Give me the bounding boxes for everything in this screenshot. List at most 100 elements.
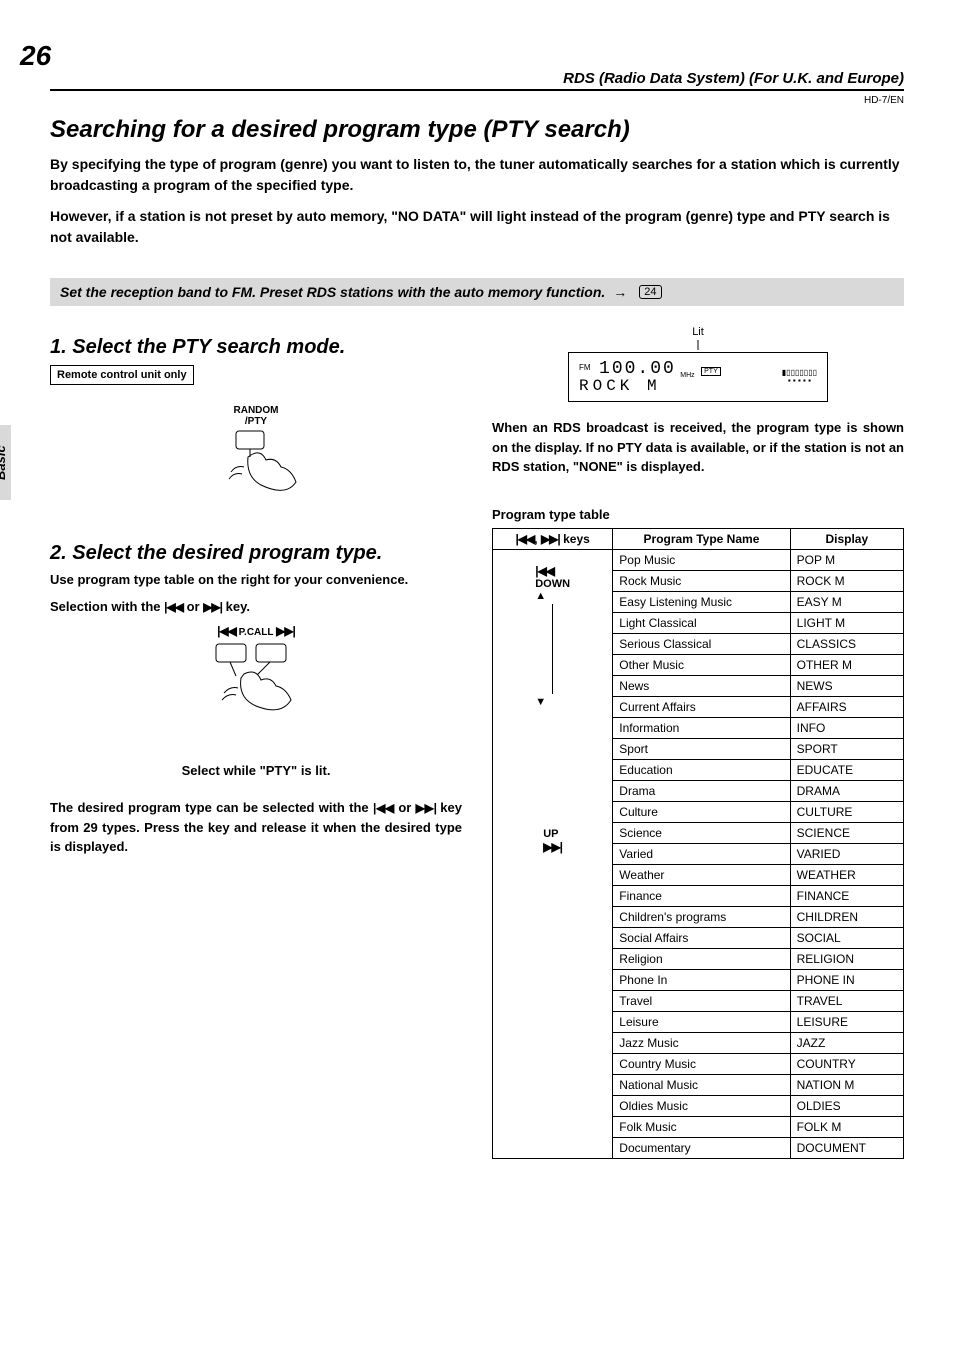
skip-forward-icon: ▶▶| [276, 624, 295, 638]
program-type-display: LIGHT M [790, 612, 903, 633]
random-pty-button-illustration: RANDOM /PTY [50, 405, 462, 512]
header-section: RDS (Radio Data System) (For U.K. and Eu… [563, 70, 904, 87]
program-type-display: FOLK M [790, 1116, 903, 1137]
program-type-display: COUNTRY [790, 1053, 903, 1074]
program-type-name: Light Classical [613, 612, 790, 633]
program-type-display: POP M [790, 549, 903, 570]
program-type-display: JAZZ [790, 1032, 903, 1053]
up-label: UP [543, 828, 562, 840]
program-type-display: EDUCATE [790, 759, 903, 780]
display-meter-icon: ▮▯▯▯▯▯▯▯▪ ▪ ▪ ▪ ▪ [782, 369, 817, 385]
program-type-display: DRAMA [790, 780, 903, 801]
program-type-name: Finance [613, 885, 790, 906]
skip-forward-icon: ▶▶| [543, 840, 562, 854]
doc-code: HD-7/EN [50, 95, 904, 106]
program-type-display: VARIED [790, 843, 903, 864]
section-title: Searching for a desired program type (PT… [50, 116, 904, 144]
program-type-name: Weather [613, 864, 790, 885]
pcall-buttons-illustration: |◀◀ P.CALL ▶▶| [50, 624, 462, 733]
side-tab-basic: Basic [0, 425, 11, 500]
program-type-name: Children's programs [613, 906, 790, 927]
page-reference: 24 [639, 285, 661, 299]
program-type-name: Drama [613, 780, 790, 801]
mhz-label: MHz [680, 372, 694, 379]
program-type-name: Documentary [613, 1137, 790, 1158]
step-1-title: 1. Select the PTY search mode. [50, 336, 462, 359]
program-type-display: CHILDREN [790, 906, 903, 927]
skip-back-icon: |◀◀ [373, 801, 394, 815]
program-type-display: NATION M [790, 1074, 903, 1095]
program-type-display: SPORT [790, 738, 903, 759]
program-type-name: Other Music [613, 654, 790, 675]
program-type-name: Country Music [613, 1053, 790, 1074]
program-type-name: Serious Classical [613, 633, 790, 654]
program-type-name: Sport [613, 738, 790, 759]
fm-indicator: FM [579, 363, 591, 372]
display-text: ROCK M [579, 377, 782, 395]
preparation-text: Set the reception band to FM. Preset RDS… [60, 284, 605, 300]
skip-back-icon: |◀◀ [217, 624, 236, 638]
remote-only-label: Remote control unit only [50, 365, 194, 385]
skip-back-icon: |◀◀ [535, 564, 570, 578]
intro-paragraph-2: However, if a station is not preset by a… [50, 206, 904, 248]
rds-broadcast-note: When an RDS broadcast is received, the p… [492, 418, 904, 477]
program-type-display: AFFAIRS [790, 696, 903, 717]
pcall-label: P.CALL [239, 627, 274, 638]
program-type-display: SOCIAL [790, 927, 903, 948]
program-type-display: EASY M [790, 591, 903, 612]
program-type-name: Culture [613, 801, 790, 822]
program-type-name: Current Affairs [613, 696, 790, 717]
skip-forward-icon: ▶▶| [203, 600, 222, 614]
program-type-display: RELIGION [790, 948, 903, 969]
skip-forward-icon: ▶▶| [416, 801, 436, 815]
finger-press-icon [196, 427, 316, 507]
program-type-name: Varied [613, 843, 790, 864]
frequency-readout: 100.00 [599, 359, 676, 379]
program-type-name: Education [613, 759, 790, 780]
program-type-name: Easy Listening Music [613, 591, 790, 612]
program-type-display: INFO [790, 717, 903, 738]
program-type-display: SCIENCE [790, 822, 903, 843]
down-arrow-icon: ▼ [535, 696, 570, 708]
program-type-display: ROCK M [790, 570, 903, 591]
up-arrow-icon: ▲ [535, 590, 570, 602]
program-type-display: FINANCE [790, 885, 903, 906]
program-type-name: Travel [613, 990, 790, 1011]
button-label-pty: /PTY [50, 416, 462, 427]
program-type-table: |◀◀, ▶▶| keys Program Type Name Display … [492, 528, 904, 1159]
finger-press-two-buttons-icon [186, 638, 326, 728]
program-type-display: OTHER M [790, 654, 903, 675]
direction-line [552, 604, 553, 694]
program-type-name: National Music [613, 1074, 790, 1095]
program-type-name: Phone In [613, 969, 790, 990]
table-row: |◀◀DOWN▲▼UP▶▶|Pop MusicPOP M [493, 549, 904, 570]
program-type-display: WEATHER [790, 864, 903, 885]
program-type-display: TRAVEL [790, 990, 903, 1011]
pty-indicator-icon: PTY [701, 367, 721, 376]
program-type-name: Folk Music [613, 1116, 790, 1137]
program-type-display: DOCUMENT [790, 1137, 903, 1158]
skip-back-icon: |◀◀ [164, 600, 183, 614]
program-type-name: Rock Music [613, 570, 790, 591]
reference-arrow-icon: → [613, 284, 627, 300]
program-type-name: Oldies Music [613, 1095, 790, 1116]
step-2-title: 2. Select the desired program type. [50, 542, 462, 565]
program-type-name: Pop Music [613, 549, 790, 570]
program-type-display: OLDIES [790, 1095, 903, 1116]
button-label-random: RANDOM [50, 405, 462, 416]
keys-direction-cell: |◀◀DOWN▲ ▼ UP▶▶| [493, 549, 613, 1158]
program-type-table-title: Program type table [492, 507, 904, 522]
page-number: 26 [20, 40, 51, 72]
th-name: Program Type Name [613, 528, 790, 549]
down-label: DOWN [535, 578, 570, 590]
display-illustration: Lit FM 100.00 MHz PTY ROCK M ▮▯▯▯▯▯▯▯▪ ▪… [492, 326, 904, 402]
desired-type-instruction: The desired program type can be selected… [50, 798, 462, 857]
program-type-display: NEWS [790, 675, 903, 696]
selection-instruction: Selection with the |◀◀ or ▶▶| key. [50, 599, 462, 614]
preparation-bar: Set the reception band to FM. Preset RDS… [50, 278, 904, 306]
step-2-subtitle: Use program type table on the right for … [50, 571, 462, 589]
program-type-name: Information [613, 717, 790, 738]
select-while-note: Select while "PTY" is lit. [50, 763, 462, 778]
th-display: Display [790, 528, 903, 549]
th-keys: |◀◀, ▶▶| keys [493, 528, 613, 549]
